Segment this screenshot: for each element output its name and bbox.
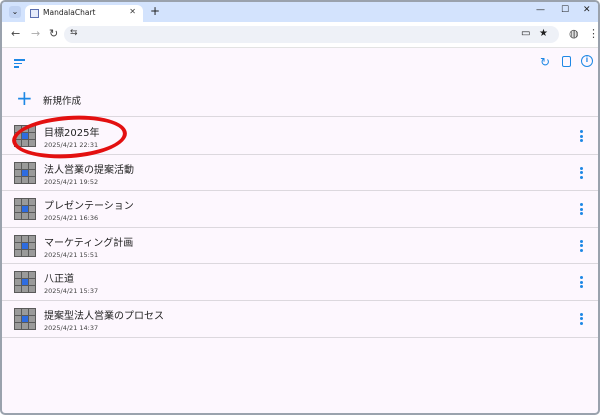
new-tab-button[interactable]: +	[150, 4, 160, 18]
maximize-button[interactable]: ☐	[561, 5, 569, 15]
reload-button[interactable]: ↻	[49, 27, 58, 40]
list-item[interactable]: 八正道 2025/4/21 15:37	[2, 264, 598, 301]
plus-icon: +	[16, 86, 33, 110]
tab-close-icon[interactable]: ✕	[129, 7, 136, 16]
chart-title: 提案型法人営業のプロセス	[44, 310, 164, 322]
list-item[interactable]: 法人営業の提案活動 2025/4/21 19:52	[2, 155, 598, 192]
chart-title: プレゼンテーション	[44, 201, 134, 213]
more-vert-icon[interactable]	[580, 130, 583, 144]
cast-icon[interactable]: ▭	[521, 28, 530, 39]
mandala-thumbnail-icon	[14, 307, 36, 330]
bookmark-star-icon[interactable]: ★	[539, 28, 548, 39]
tab-mandalachart[interactable]: MandalaChart ✕	[25, 5, 143, 22]
more-vert-icon[interactable]	[580, 312, 583, 327]
site-info-icon[interactable]: ⇆	[70, 28, 78, 38]
browser-window: ⌄ MandalaChart ✕ + — ☐ ✕ ← → ↻ ⇆ ▭ ★ ◍ ⋮…	[0, 0, 600, 415]
mandala-thumbnail-icon	[14, 198, 36, 221]
window-close-button[interactable]: ✕	[583, 5, 591, 15]
new-chart-row[interactable]: + 新規作成	[2, 82, 598, 117]
chart-title: 八正道	[44, 274, 74, 286]
sort-menu-icon[interactable]	[14, 59, 25, 70]
mandala-thumbnail-icon	[14, 271, 36, 294]
list-item[interactable]: マーケティング計画 2025/4/21 15:51	[2, 228, 598, 265]
browser-menu-icon[interactable]: ⋮	[588, 27, 598, 40]
list-item[interactable]: プレゼンテーション 2025/4/21 16:36	[2, 191, 598, 228]
browser-toolbar: ← → ↻ ⇆ ▭ ★ ◍ ⋮	[2, 22, 598, 48]
tab-favicon-icon	[30, 9, 39, 18]
mandala-thumbnail-icon	[14, 161, 36, 184]
chart-date: 2025/4/21 16:36	[44, 214, 99, 223]
chart-title: マーケティング計画	[44, 237, 134, 249]
tab-search-icon[interactable]: ⌄	[9, 6, 21, 18]
more-vert-icon[interactable]	[580, 239, 583, 254]
chart-title: 法人営業の提案活動	[44, 164, 134, 176]
more-vert-icon[interactable]	[580, 203, 583, 217]
new-chart-label: 新規作成	[43, 96, 82, 107]
forward-button[interactable]: →	[31, 27, 40, 40]
back-button[interactable]: ←	[11, 27, 20, 40]
tab-strip: ⌄ MandalaChart ✕ + — ☐ ✕	[2, 2, 598, 22]
list-item[interactable]: 提案型法人営業のプロセス 2025/4/21 14:37	[2, 301, 598, 338]
chart-date: 2025/4/21 15:51	[44, 250, 99, 259]
chart-date: 2025/4/21 19:52	[44, 177, 99, 186]
chart-date: 2025/4/21 15:37	[44, 287, 99, 296]
info-icon[interactable]: i	[581, 55, 593, 67]
more-vert-icon[interactable]	[580, 166, 583, 181]
chart-date: 2025/4/21 14:37	[44, 323, 99, 332]
download-icon[interactable]	[562, 56, 571, 67]
mandala-thumbnail-icon	[14, 234, 36, 257]
refresh-icon[interactable]: ↻	[540, 55, 550, 69]
more-vert-icon[interactable]	[580, 276, 583, 290]
tab-title: MandalaChart	[43, 8, 96, 17]
app-bar: ↻ i	[2, 48, 598, 80]
profile-icon[interactable]: ◍	[569, 27, 579, 40]
address-bar[interactable]: ⇆ ▭ ★	[64, 26, 559, 43]
minimize-button[interactable]: —	[536, 5, 545, 15]
